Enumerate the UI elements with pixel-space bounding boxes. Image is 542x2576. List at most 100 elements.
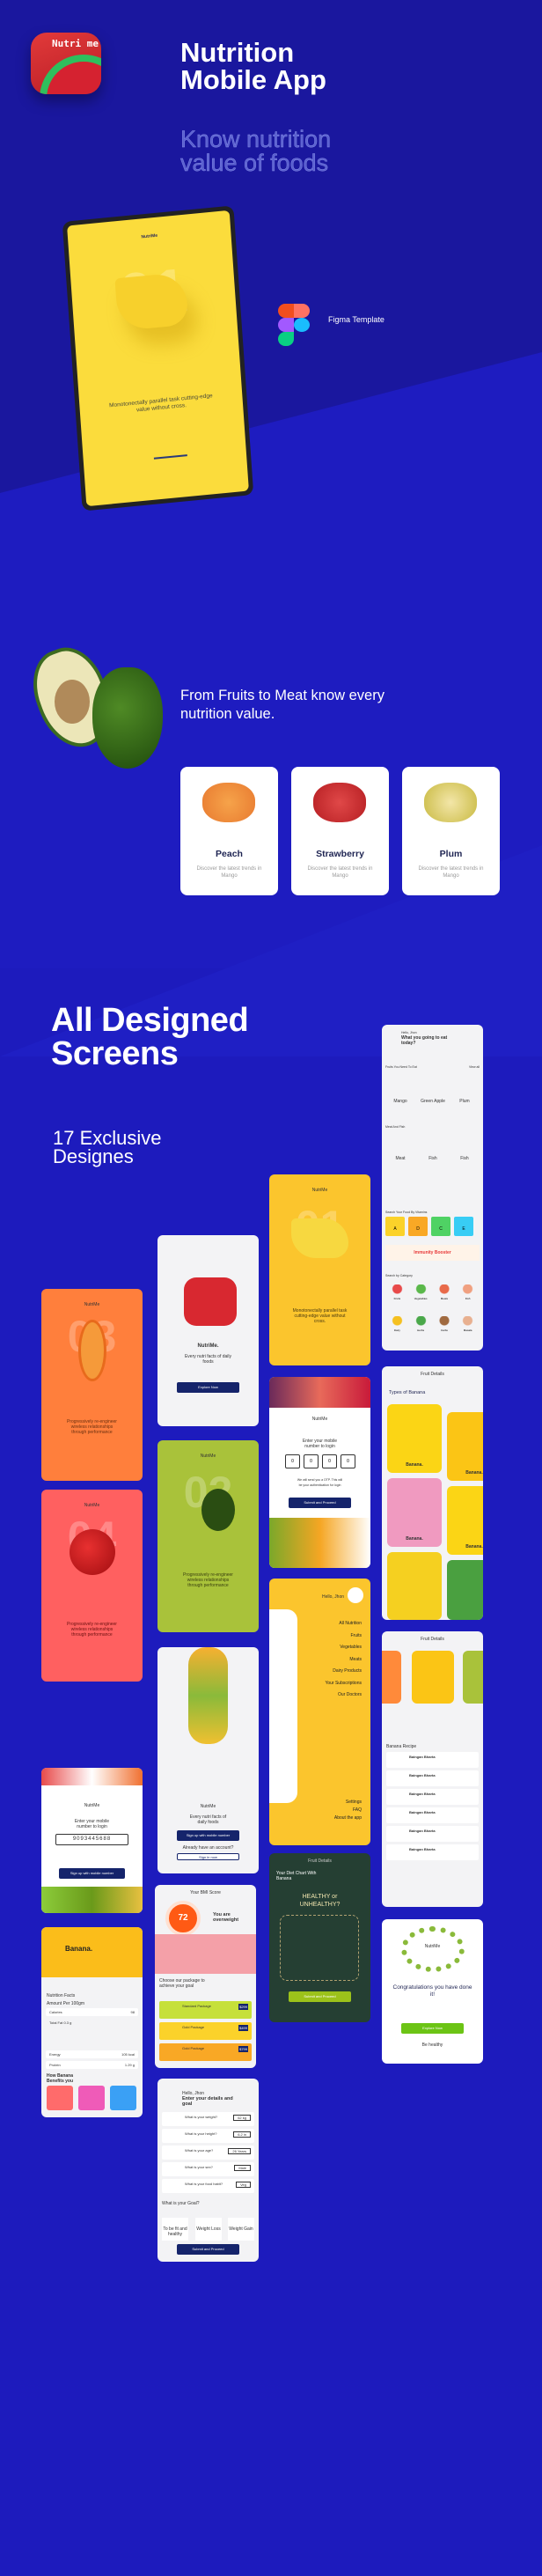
fruit-card[interactable] bbox=[463, 1651, 483, 1704]
submit-button[interactable]: Submit and Proceed bbox=[289, 1991, 351, 2002]
vitamin-a-button[interactable]: A bbox=[385, 1217, 405, 1236]
vitamin-c-button[interactable]: C bbox=[431, 1217, 450, 1236]
banana-type-card[interactable]: Banana. bbox=[447, 1486, 483, 1555]
benefit-card[interactable] bbox=[78, 2086, 105, 2110]
title-line: Nutrition bbox=[180, 37, 295, 68]
food-card[interactable]: Mango bbox=[385, 1099, 415, 1105]
menu-item[interactable]: Fruits bbox=[325, 1630, 363, 1643]
avocado-image bbox=[201, 1489, 235, 1531]
recipe-item[interactable]: Baingan Bharta bbox=[386, 1826, 479, 1842]
avocado-image bbox=[92, 667, 163, 769]
login-prompt: Enter your mobile number to login bbox=[302, 1439, 338, 1449]
diet-chart-artwork: HEALTHY or UNHEALTHY? bbox=[299, 1894, 341, 1908]
signup-mobile-button[interactable]: Sign up with mobile number bbox=[59, 1868, 125, 1879]
nutrition-facts-label: Nutrition Facts bbox=[47, 1993, 76, 1998]
package-name: Gold Package bbox=[182, 2025, 205, 2029]
subtitle: Know nutrition value of foods bbox=[180, 127, 332, 176]
submit-button[interactable]: Submit and Proceed bbox=[177, 2244, 239, 2255]
goal-question: What is your Goal? bbox=[162, 2201, 200, 2206]
signin-button[interactable]: Sign in now bbox=[177, 1853, 239, 1860]
fruit-card-peach[interactable]: Peach Discover the latest trends in Mango bbox=[180, 767, 278, 895]
category-item[interactable]: Carbs bbox=[432, 1316, 457, 1332]
phone-number-input[interactable]: 9093445688 bbox=[55, 1834, 128, 1845]
vitamin-e-button[interactable]: E bbox=[454, 1217, 473, 1236]
package-standard[interactable]: Standard Package $299 bbox=[159, 2001, 252, 2019]
vitamin-d-button[interactable]: D bbox=[408, 1217, 428, 1236]
otp-digit[interactable]: 0 bbox=[322, 1454, 337, 1468]
package-gold[interactable]: Gold Package $499 bbox=[159, 2022, 252, 2040]
food-card[interactable]: Plum bbox=[450, 1099, 480, 1105]
explore-now-button[interactable]: Explore Now bbox=[177, 1382, 239, 1393]
signup-mobile-button[interactable]: Sign up with mobile number bbox=[177, 1830, 239, 1841]
food-card[interactable]: Meat bbox=[385, 1156, 415, 1162]
subtitle-line: value of foods bbox=[180, 150, 329, 176]
food-card[interactable]: Green Apple bbox=[418, 1099, 448, 1105]
answer-input[interactable]: Veg bbox=[236, 2182, 251, 2188]
banana-type-card[interactable] bbox=[387, 1552, 442, 1620]
recipe-item[interactable]: Baingan Bharta bbox=[386, 1789, 479, 1805]
food-card[interactable]: Fish bbox=[450, 1156, 480, 1162]
goal-option[interactable]: Weight Loss bbox=[195, 2218, 222, 2241]
menu-item[interactable]: Dairy Products bbox=[325, 1666, 362, 1678]
tagline: From Fruits to Meat know every nutrition… bbox=[180, 688, 385, 722]
menu-item[interactable]: Meats bbox=[325, 1654, 362, 1667]
menu-item[interactable]: Vegetables bbox=[325, 1642, 362, 1654]
category-item[interactable]: Fish bbox=[456, 1284, 480, 1300]
category-item[interactable]: Dairy bbox=[385, 1316, 409, 1332]
benefit-card[interactable] bbox=[110, 2086, 136, 2110]
menu-item[interactable]: Settings bbox=[334, 1799, 362, 1807]
food-card[interactable]: Fish bbox=[418, 1156, 448, 1162]
banana-type-card[interactable]: Banana. bbox=[447, 1412, 483, 1481]
answer-input[interactable]: 62 kg bbox=[233, 2115, 251, 2121]
menu-item[interactable]: All Nutrition bbox=[325, 1618, 362, 1630]
menu-list: All Nutrition Fruits Vegetables Meats Da… bbox=[325, 1618, 362, 1702]
peach-image bbox=[202, 783, 255, 822]
recipe-item[interactable]: Baingan Bharta bbox=[386, 1807, 479, 1823]
question-row: What is your sex? Male bbox=[162, 2162, 254, 2176]
banana-type-card[interactable]: Banana. bbox=[387, 1404, 442, 1473]
section-label: Search by Category bbox=[385, 1274, 413, 1277]
banana-type-card[interactable]: Banana. bbox=[387, 1478, 442, 1547]
otp-digit[interactable]: 0 bbox=[304, 1454, 319, 1468]
screen-otp: NutriMe Enter your mobile number to logi… bbox=[269, 1377, 370, 1568]
subheading-line: 17 Exclusive bbox=[53, 1127, 162, 1149]
heading-line: Screens bbox=[51, 1035, 179, 1072]
otp-digit[interactable]: 0 bbox=[285, 1454, 300, 1468]
goal-option[interactable]: Weight Gain bbox=[228, 2218, 254, 2241]
app-icon-watermelon: Nutri me bbox=[31, 33, 101, 94]
answer-input[interactable]: Male bbox=[234, 2165, 251, 2171]
category-item[interactable]: Meats bbox=[432, 1284, 457, 1300]
category-item[interactable]: Masala bbox=[456, 1316, 480, 1332]
immunity-booster-banner[interactable]: Immunity Booster bbox=[385, 1245, 480, 1261]
menu-item[interactable]: Your Subscriptions bbox=[325, 1678, 362, 1690]
goal-option[interactable]: To be fit and healthy bbox=[162, 2218, 188, 2241]
answer-input[interactable]: 6.2 in bbox=[233, 2131, 251, 2138]
menu-item[interactable]: Our Doctors bbox=[325, 1689, 362, 1702]
recipe-item[interactable]: Baingan Bharta bbox=[386, 1770, 479, 1786]
fruit-card-strawberry[interactable]: Strawberry Discover the latest trends in … bbox=[291, 767, 389, 895]
banana-type-card[interactable] bbox=[447, 1560, 483, 1620]
benefit-card[interactable] bbox=[47, 2086, 73, 2110]
category-item[interactable]: Herbs bbox=[408, 1316, 433, 1332]
recipe-item[interactable]: Baingan Bharta bbox=[386, 1752, 479, 1768]
explore-now-button[interactable]: Explore Now bbox=[401, 2023, 464, 2034]
fruit-card[interactable] bbox=[412, 1651, 454, 1704]
menu-item[interactable]: About the app bbox=[334, 1814, 362, 1822]
submit-button[interactable]: Submit and Proceed bbox=[289, 1498, 351, 1508]
answer-input[interactable]: 26 Years bbox=[228, 2148, 251, 2154]
package-gold[interactable]: Gold Package $799 bbox=[159, 2043, 252, 2061]
fruit-card-plum[interactable]: Plum Discover the latest trends in Mango bbox=[402, 767, 500, 895]
fruit-card[interactable] bbox=[382, 1651, 401, 1704]
package-name: Gold Package bbox=[182, 2046, 205, 2050]
details-title: Enter your details and goal bbox=[182, 2096, 233, 2107]
avatar[interactable] bbox=[348, 1587, 363, 1603]
recipe-item[interactable]: Baingan Bharta bbox=[386, 1844, 479, 1860]
home-preview bbox=[269, 1609, 297, 1803]
menu-item[interactable]: FAQ bbox=[334, 1807, 362, 1814]
category-item[interactable]: Vegetables bbox=[408, 1284, 433, 1300]
otp-digit[interactable]: 0 bbox=[341, 1454, 355, 1468]
screen-banana-detail: Banana. Nutrition Facts Amount Per 100gm… bbox=[41, 1927, 143, 2117]
category-item[interactable]: Fruits bbox=[385, 1284, 409, 1300]
be-healthy-text: Be healthy bbox=[421, 2042, 443, 2048]
view-all-link[interactable]: View all bbox=[469, 1064, 480, 1070]
